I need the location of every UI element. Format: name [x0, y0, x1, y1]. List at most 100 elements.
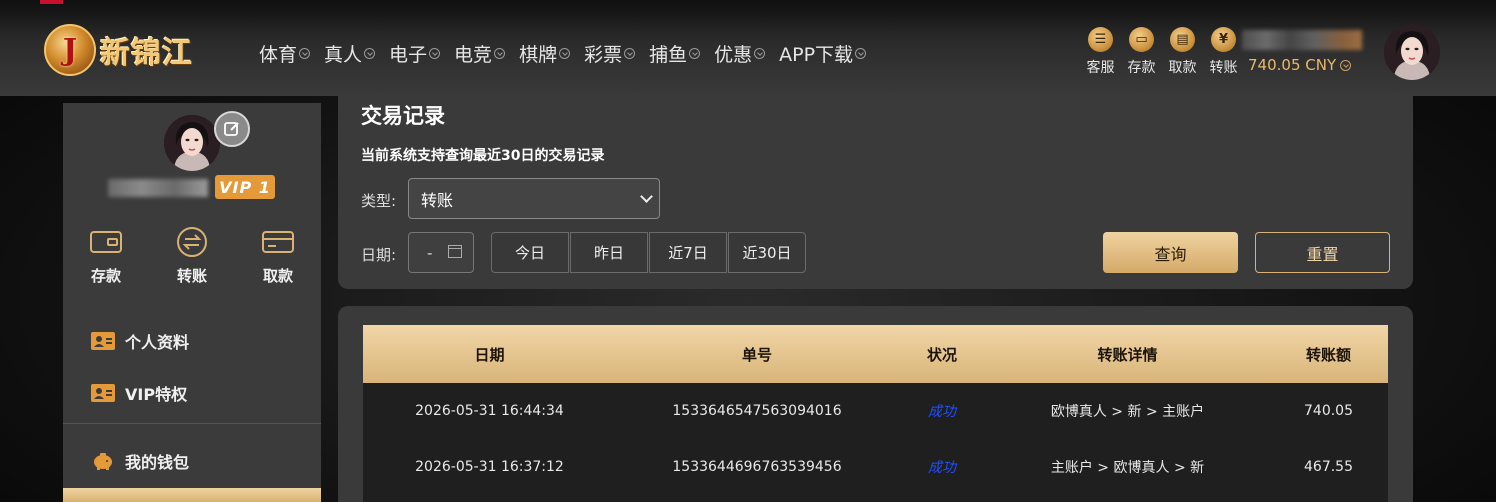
nav-item-promotions[interactable]: 优惠 — [714, 40, 766, 67]
sidebar-item-vip[interactable]: VIP特权 — [63, 367, 321, 419]
cell-status: 成功 — [928, 460, 956, 476]
chevron-down-icon — [624, 48, 636, 59]
table-header: 日期 单号 状况 转账详情 转账额 — [363, 325, 1388, 383]
nav-item-slots[interactable]: 电子 — [389, 40, 441, 67]
column-header-details: 转账详情 — [1097, 345, 1158, 364]
sidebar-item-label: VIP特权 — [125, 385, 188, 404]
column-header-amount: 转账额 — [1305, 345, 1351, 364]
balance-dropdown[interactable]: 740.05 CNY — [1248, 56, 1352, 74]
reset-button[interactable]: 重置 — [1255, 232, 1390, 273]
deposit-icon: ▭ — [1129, 27, 1154, 52]
nav-label: 电竞 — [454, 44, 493, 66]
header-action-label: 客服 — [1086, 60, 1115, 76]
user-avatar[interactable] — [1384, 24, 1440, 80]
nav-item-sports[interactable]: 体育 — [259, 40, 311, 67]
nav-label: 彩票 — [584, 44, 623, 66]
sidebar-menu: 个人资料 VIP特权 — [63, 315, 321, 419]
nav-item-app-download[interactable]: APP下载 — [779, 40, 867, 67]
account-sidebar: VIP 1 存款 转账 取款 个人资料 VIP特权 我的钱包 — [63, 103, 321, 502]
table-row: 2026-05-31 16:44:34 1533646547563094016 … — [363, 383, 1388, 439]
type-select[interactable]: 转账 — [408, 178, 660, 219]
quick-date-buttons: 今日 昨日 近7日 近30日 — [491, 232, 807, 273]
header-action-label: 存款 — [1127, 60, 1156, 76]
profile-avatar — [164, 115, 220, 171]
table-row: 2026-05-31 16:37:12 1533644696763539456 … — [363, 439, 1388, 495]
nav-item-fishing[interactable]: 捕鱼 — [649, 40, 701, 67]
chevron-down-icon — [559, 48, 571, 59]
cell-amount: 740.05 — [1304, 403, 1353, 419]
transfer-circle-icon — [175, 227, 209, 257]
main-nav: 体育 真人 电子 电竞 棋牌 彩票 捕鱼 优惠 APP下载 — [259, 40, 880, 67]
logo-badge-icon: J — [44, 24, 96, 76]
top-red-mark — [40, 0, 63, 4]
query-button[interactable]: 查询 — [1103, 232, 1238, 273]
sidebar-item-label: 我的钱包 — [125, 453, 190, 472]
top-header: J 新锦江 体育 真人 电子 电竞 棋牌 彩票 捕鱼 优惠 APP下载 ☰ 客服… — [0, 0, 1496, 96]
nav-item-live[interactable]: 真人 — [324, 40, 376, 67]
date-label: 日期: — [361, 246, 397, 264]
cell-amount: 467.55 — [1304, 459, 1353, 475]
sidebar-item-profile[interactable]: 个人资料 — [63, 315, 321, 367]
column-header-status: 状况 — [926, 345, 957, 364]
sidebar-deposit-button[interactable]: 存款 — [66, 227, 146, 286]
balance-value: 740.05 CNY — [1248, 56, 1337, 74]
nav-item-lottery[interactable]: 彩票 — [584, 40, 636, 67]
page-subtitle: 当前系统支持查询最近30日的交易记录 — [361, 148, 605, 164]
quick-date-yesterday-button[interactable]: 昨日 — [570, 232, 648, 273]
header-action-label: 转账 — [1209, 60, 1238, 76]
cell-date: 2026-05-31 16:37:12 — [415, 459, 564, 475]
nav-label: 优惠 — [714, 44, 753, 66]
sidebar-transfer-button[interactable]: 转账 — [152, 227, 232, 286]
nav-label: 真人 — [324, 44, 363, 66]
site-logo[interactable]: J 新锦江 — [44, 20, 193, 80]
header-service-button[interactable]: ☰ 客服 — [1080, 27, 1121, 77]
quick-action-label: 存款 — [90, 267, 121, 285]
card-icon — [261, 227, 295, 257]
transaction-table-panel: 日期 单号 状况 转账详情 转账额 2026-05-31 16:44:34 15… — [338, 306, 1413, 502]
profile-card-icon — [91, 332, 115, 350]
header-withdraw-button[interactable]: ▤ 取款 — [1162, 27, 1203, 77]
column-header-order-no: 单号 — [741, 345, 772, 364]
nav-label: 电子 — [389, 44, 428, 66]
sidebar-wallet-section: 我的钱包 — [63, 435, 321, 487]
wallet-card-icon — [89, 227, 123, 257]
chevron-down-icon — [494, 48, 506, 59]
quick-date-30days-button[interactable]: 近30日 — [728, 232, 806, 273]
nav-label: 棋牌 — [519, 44, 558, 66]
edit-profile-button[interactable] — [214, 111, 250, 147]
piggy-bank-icon — [94, 453, 112, 470]
nav-item-cards[interactable]: 棋牌 — [519, 40, 571, 67]
column-header-date: 日期 — [474, 345, 505, 364]
nav-label: 体育 — [259, 44, 298, 66]
chevron-down-icon — [640, 190, 653, 203]
sidebar-active-item-highlight[interactable] — [63, 488, 321, 502]
cell-status: 成功 — [928, 404, 956, 420]
type-select-value: 转账 — [421, 190, 454, 210]
username-redacted — [1242, 30, 1362, 50]
sidebar-quick-actions: 存款 转账 取款 — [63, 227, 321, 286]
date-range-input[interactable]: - — [408, 232, 474, 273]
edit-icon — [224, 122, 239, 136]
header-deposit-button[interactable]: ▭ 存款 — [1121, 27, 1162, 77]
quick-date-today-button[interactable]: 今日 — [491, 232, 569, 273]
withdraw-icon: ▤ — [1170, 27, 1195, 52]
chevron-down-icon — [855, 48, 867, 59]
type-label: 类型: — [361, 192, 397, 210]
sidebar-item-label: 个人资料 — [125, 333, 190, 352]
cell-date: 2026-05-31 16:44:34 — [415, 403, 564, 419]
cell-order-no: 1533646547563094016 — [672, 403, 842, 419]
chevron-down-icon — [689, 48, 701, 59]
sidebar-item-wallet[interactable]: 我的钱包 — [63, 435, 321, 487]
nav-item-esports[interactable]: 电竞 — [454, 40, 506, 67]
quick-date-7days-button[interactable]: 近7日 — [649, 232, 727, 273]
sidebar-withdraw-button[interactable]: 取款 — [238, 227, 318, 286]
cell-details: 欧博真人 > 新 > 主账户 — [1050, 404, 1205, 420]
nav-label: APP下载 — [779, 44, 854, 66]
chevron-down-icon — [429, 48, 441, 59]
calendar-icon — [448, 245, 462, 258]
date-range-value: - — [427, 243, 433, 262]
service-icon: ☰ — [1088, 27, 1113, 52]
chevron-down-icon — [364, 48, 376, 59]
header-transfer-button[interactable]: ¥ 转账 — [1203, 27, 1244, 77]
transfer-icon: ¥ — [1211, 27, 1236, 52]
